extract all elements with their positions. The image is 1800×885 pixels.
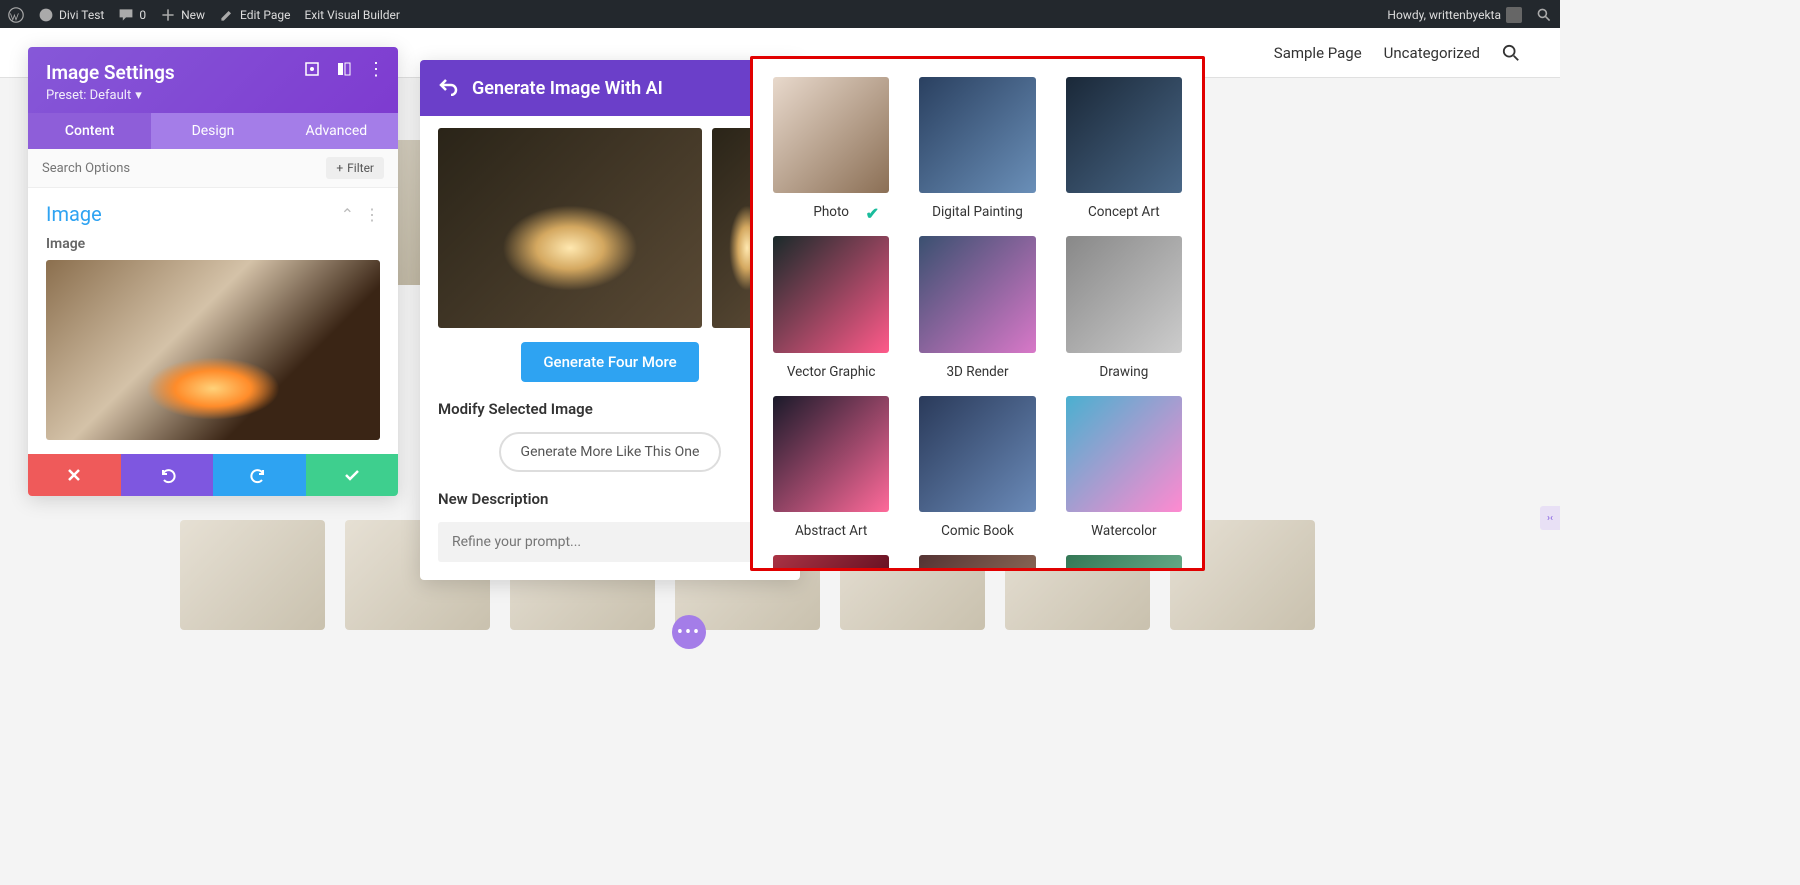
style-option-photo[interactable]: Photo✔: [773, 77, 889, 220]
style-thumb: [919, 396, 1035, 512]
avatar: [1506, 7, 1522, 23]
ai-header: Generate Image With AI: [420, 60, 800, 116]
style-name: Concept Art: [1088, 204, 1160, 220]
collapse-icon[interactable]: ⌃: [341, 205, 354, 224]
nav-uncategorized[interactable]: Uncategorized: [1384, 44, 1480, 62]
wp-admin-bar: Divi Test 0 New Edit Page Exit Visual Bu…: [0, 0, 1560, 30]
style-thumb: [1066, 396, 1182, 512]
style-grid: Photo✔ Digital Painting Concept Art Vector …: [773, 77, 1182, 571]
style-name: Photo✔: [813, 204, 849, 220]
style-option-comic-book[interactable]: Comic Book: [919, 396, 1035, 539]
style-option-concept-art[interactable]: Concept Art: [1066, 77, 1182, 220]
admin-search-icon[interactable]: [1536, 7, 1552, 23]
image-preview[interactable]: [46, 260, 380, 440]
expand-icon[interactable]: [304, 61, 320, 77]
style-option-drawing[interactable]: Drawing: [1066, 236, 1182, 379]
tab-content[interactable]: Content: [28, 113, 151, 149]
exit-builder-link[interactable]: Exit Visual Builder: [304, 8, 400, 22]
plus-icon: +: [336, 161, 343, 175]
nav-sample-page[interactable]: Sample Page: [1274, 44, 1362, 62]
new-description-label: New Description: [438, 490, 782, 508]
check-icon: ✔: [866, 204, 879, 223]
add-module-button[interactable]: •••: [672, 615, 706, 649]
save-button[interactable]: [306, 454, 399, 496]
style-name: Abstract Art: [795, 523, 867, 539]
more-icon[interactable]: ⋮: [368, 61, 384, 77]
bg-thumb: [180, 520, 325, 630]
search-options-input[interactable]: [42, 161, 326, 176]
chevron-down-icon: ▾: [135, 88, 142, 103]
tab-design[interactable]: Design: [151, 113, 274, 149]
style-thumb: [773, 236, 889, 352]
undo-button[interactable]: [121, 454, 214, 496]
ai-result-grid: [438, 128, 782, 328]
modify-selected-label: Modify Selected Image: [438, 400, 782, 418]
cancel-button[interactable]: [28, 454, 121, 496]
section-more-icon[interactable]: ⋮: [364, 205, 380, 224]
style-name: Drawing: [1099, 364, 1148, 380]
style-name: Vector Graphic: [787, 364, 876, 380]
settings-body: Image ⌃ ⋮ Image: [28, 188, 398, 454]
generate-four-more-button[interactable]: Generate Four More: [521, 342, 698, 382]
side-toggle-button[interactable]: ›‹: [1540, 506, 1560, 530]
new-label: New: [181, 8, 205, 22]
filter-button[interactable]: +Filter: [326, 157, 384, 179]
generate-ai-panel: Generate Image With AI Generate Four Mor…: [420, 60, 800, 580]
style-option-watercolor[interactable]: Watercolor: [1066, 396, 1182, 539]
settings-header: Image Settings Preset: Default▾ ⋮: [28, 47, 398, 113]
style-option-more[interactable]: [773, 555, 889, 571]
howdy-link[interactable]: Howdy, writtenbyekta: [1387, 7, 1522, 23]
tab-advanced[interactable]: Advanced: [275, 113, 398, 149]
page-search-icon[interactable]: [1502, 44, 1520, 62]
style-thumb: [1066, 555, 1182, 571]
image-settings-panel: Image Settings Preset: Default▾ ⋮ Conten…: [28, 47, 398, 496]
style-thumb: [919, 77, 1035, 193]
style-thumb: [919, 236, 1035, 352]
new-link[interactable]: New: [160, 7, 205, 23]
back-icon[interactable]: [438, 76, 458, 100]
site-name-link[interactable]: Divi Test: [38, 7, 104, 23]
refine-prompt-input[interactable]: [438, 522, 782, 562]
style-name: Watercolor: [1091, 523, 1156, 539]
comments-link[interactable]: 0: [118, 7, 146, 23]
style-thumb: [773, 555, 889, 571]
ai-body: Generate Four More Modify Selected Image…: [420, 116, 800, 580]
site-name: Divi Test: [59, 8, 104, 22]
image-field-label: Image: [46, 236, 380, 252]
edit-page-link[interactable]: Edit Page: [219, 7, 290, 23]
search-row: +Filter: [28, 149, 398, 188]
style-option-digital-painting[interactable]: Digital Painting: [919, 77, 1035, 220]
style-option-more[interactable]: [1066, 555, 1182, 571]
wp-logo-icon[interactable]: [8, 7, 24, 23]
style-thumb: [919, 555, 1035, 571]
panel-layout-icon[interactable]: [336, 61, 352, 77]
style-thumb: [1066, 77, 1182, 193]
section-title[interactable]: Image: [46, 202, 102, 226]
settings-footer: [28, 454, 398, 496]
style-thumb: [773, 77, 889, 193]
generate-more-like-button[interactable]: Generate More Like This One: [499, 432, 722, 472]
style-name: 3D Render: [946, 364, 1008, 380]
redo-button[interactable]: [213, 454, 306, 496]
comments-count: 0: [139, 8, 146, 22]
style-thumb: [1066, 236, 1182, 352]
style-option-abstract-art[interactable]: Abstract Art: [773, 396, 889, 539]
settings-tabs: Content Design Advanced: [28, 113, 398, 149]
style-name: Comic Book: [941, 523, 1014, 539]
edit-page-label: Edit Page: [240, 8, 290, 22]
ai-result-image[interactable]: [438, 128, 702, 328]
style-name: Digital Painting: [932, 204, 1023, 220]
style-option-more[interactable]: [919, 555, 1035, 571]
style-option-vector-graphic[interactable]: Vector Graphic: [773, 236, 889, 379]
preset-dropdown[interactable]: Preset: Default▾: [46, 88, 380, 103]
image-style-popup: Photo✔ Digital Painting Concept Art Vector …: [750, 56, 1205, 571]
style-thumb: [773, 396, 889, 512]
style-option-3d-render[interactable]: 3D Render: [919, 236, 1035, 379]
ai-title: Generate Image With AI: [472, 78, 663, 99]
